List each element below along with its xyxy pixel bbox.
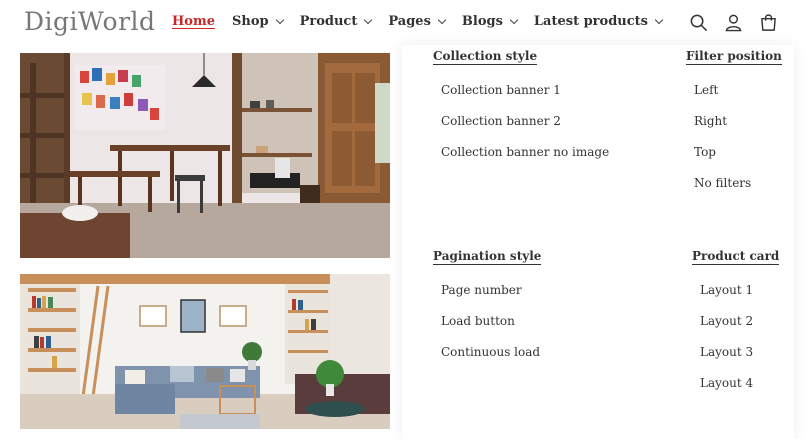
menu-item-layout-4[interactable]: Layout 4 — [700, 376, 753, 390]
nav-shop[interactable]: Shop — [231, 14, 284, 29]
nav-blogs-label: Blogs — [461, 14, 503, 29]
living-room-interior-graphic — [20, 274, 390, 429]
nav-shop-label: Shop — [231, 14, 269, 29]
header-icons — [689, 13, 778, 32]
menu-item-layout-3[interactable]: Layout 3 — [700, 345, 753, 359]
chevron-down-icon — [364, 15, 373, 24]
menu-item-no-filters[interactable]: No filters — [694, 176, 751, 190]
chevron-down-icon — [437, 15, 447, 24]
menu-item-layout-2[interactable]: Layout 2 — [700, 314, 753, 328]
nav-product-label: Product — [299, 14, 358, 29]
menu-item-load-button[interactable]: Load button — [441, 314, 515, 328]
chevron-down-icon — [275, 15, 284, 24]
menu-item-page-number[interactable]: Page number — [441, 283, 522, 297]
nav-home-label: Home — [172, 14, 215, 29]
chevron-down-icon — [654, 15, 664, 24]
site-header: DigiWorld Home Shop Product Pages Blogs … — [0, 0, 812, 45]
main-nav: Home Shop Product Pages Blogs Latest pro… — [172, 14, 679, 29]
menu-item-collection-banner-2[interactable]: Collection banner 2 — [441, 114, 561, 128]
search-icon[interactable] — [689, 13, 708, 32]
cart-icon[interactable] — [759, 13, 778, 32]
filter-position-heading: Filter position — [686, 49, 782, 65]
mega-menu-panel: Collection style Collection banner 1 Col… — [402, 45, 794, 439]
kitchen-interior-image — [20, 53, 390, 258]
menu-item-filter-right[interactable]: Right — [694, 114, 727, 128]
nav-latest-products[interactable]: Latest products — [533, 14, 664, 29]
menu-item-continuous-load[interactable]: Continuous load — [441, 345, 540, 359]
collection-style-heading: Collection style — [433, 49, 538, 65]
nav-latest-products-label: Latest products — [533, 14, 648, 29]
account-icon[interactable] — [724, 13, 743, 32]
menu-item-filter-top[interactable]: Top — [694, 145, 716, 159]
menu-item-collection-banner-1[interactable]: Collection banner 1 — [441, 83, 561, 97]
menu-item-filter-left[interactable]: Left — [694, 83, 718, 97]
menu-item-layout-1[interactable]: Layout 1 — [700, 283, 753, 297]
kitchen-interior-graphic — [20, 53, 390, 258]
menu-item-collection-banner-no-image[interactable]: Collection banner no image — [441, 145, 609, 159]
nav-product[interactable]: Product — [299, 14, 373, 29]
chevron-down-icon — [509, 15, 519, 24]
pagination-style-heading: Pagination style — [433, 249, 542, 265]
nav-pages[interactable]: Pages — [388, 14, 447, 29]
nav-blogs[interactable]: Blogs — [461, 14, 519, 29]
nav-pages-label: Pages — [388, 14, 431, 29]
living-room-interior-image — [20, 274, 390, 429]
site-logo[interactable]: DigiWorld — [24, 7, 156, 36]
product-card-heading: Product card — [692, 249, 780, 265]
nav-home[interactable]: Home — [172, 14, 215, 29]
